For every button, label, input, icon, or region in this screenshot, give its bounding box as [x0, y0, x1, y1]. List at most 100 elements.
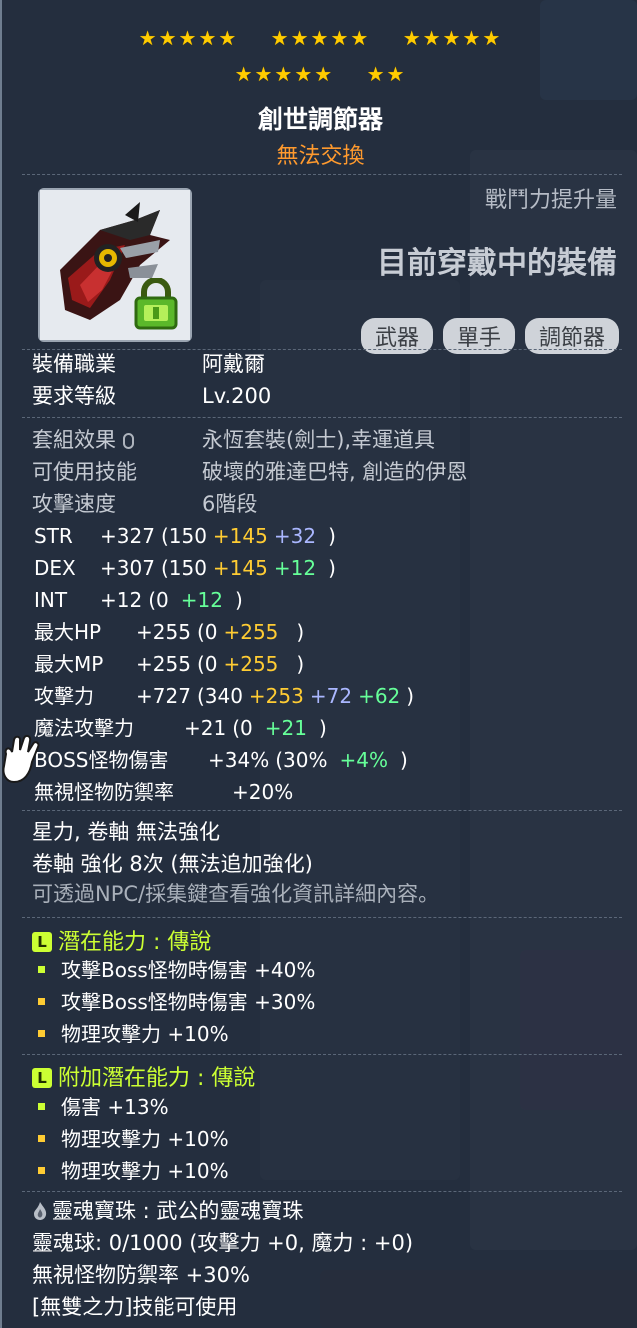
stat-total: +12 [100, 588, 143, 612]
stat-row: STR +327 (150 +145 +32) [34, 522, 342, 550]
star-group: ★★★★★ [270, 26, 371, 50]
genesis-controller-icon [38, 188, 192, 342]
stat-row: 攻擊力 +727 (340 +253 +72 +62) [34, 682, 420, 710]
stat-bonus: +145 [212, 556, 268, 580]
stat-extra2: +62 [358, 684, 401, 708]
stat-close: ) [406, 684, 415, 708]
star-group: ★★★★★ [234, 62, 335, 86]
stat-close: ) [328, 556, 336, 580]
stat-bonus: +145 [212, 524, 268, 548]
divider [22, 917, 622, 918]
currently-equipped-label: 目前穿戴中的裝備 [377, 246, 617, 281]
divider [22, 810, 622, 811]
stat-close: ) [296, 620, 305, 644]
additional-potential-line: 物理攻擊力 +10% [38, 1157, 229, 1185]
usable-skill-value: 破壞的雅達巴特, 創造的伊恩 [202, 460, 468, 484]
stat-row: DEX +307 (150 +145 +12) [34, 554, 342, 582]
stat-total: +21 [184, 716, 227, 740]
additional-potential-line: 傷害 +13% [38, 1093, 169, 1121]
combat-power-increase-label: 戰鬥力提升量 [484, 188, 617, 213]
soul-weapon-title: 靈魂寶珠 : 武公的靈魂寶珠 [32, 1197, 303, 1225]
stat-extra: +12 [180, 588, 223, 612]
stat-extra: +72 [309, 684, 353, 708]
starforce-row-2: ★★★★★ ★★ [2, 63, 637, 85]
potential-title: 潛在能力 : 傳說 [58, 930, 212, 955]
soul-skill: [無雙之力]技能可使用 [32, 1295, 238, 1319]
item-tooltip: ★★★★★ ★★★★★ ★★★★★ ★★★★★ ★★ 創世調節器 無法交換 戰鬥… [0, 0, 637, 1328]
req-job: 裝備職業 阿戴爾 [32, 350, 265, 378]
stat-name: 攻擊力 [34, 684, 94, 708]
stat-bonus: +255 [223, 652, 279, 676]
potential-line: 物理攻擊力 +10% [38, 1020, 229, 1048]
usable-skill-row: 可使用技能 破壞的雅達巴特, 創造的伊恩 [32, 458, 467, 486]
attack-speed-row: 攻擊速度 6階段 [32, 490, 257, 518]
stat-base: (0 [148, 588, 169, 612]
stat-row: 魔法攻擊力 +21 (0 +21) [34, 714, 333, 742]
stat-bonus: +255 [223, 620, 279, 644]
divider [22, 174, 622, 175]
divider [22, 417, 622, 418]
attack-speed-label: 攻擊速度 [32, 492, 116, 516]
potential-header: L 潛在能力 : 傳說 [32, 924, 211, 956]
usable-skill-label: 可使用技能 [32, 460, 137, 484]
stat-row: BOSS怪物傷害 +34% (30% +4%) [34, 746, 414, 774]
lock-icon [134, 278, 178, 330]
divider [22, 1191, 622, 1192]
stat-total: +34% [208, 748, 270, 772]
item-name: 創世調節器 [257, 105, 383, 134]
soul-gauge: 靈魂球: 0/1000 (攻擊力 +0, 魔力 : +0) [32, 1231, 414, 1255]
stat-extra: +32 [273, 524, 317, 548]
stat-base: (150 [160, 524, 207, 548]
stat-total: +20% [232, 780, 294, 804]
additional-potential-line: 物理攻擊力 +10% [38, 1125, 229, 1153]
stat-extra: +4% [339, 748, 388, 772]
set-effect-row: 套組效果 永恆套裝(劍士),幸運道具 [32, 426, 435, 454]
stat-base: (0 [232, 716, 253, 740]
enhance-hint: 可透過NPC/採集鍵查看強化資訊詳細內容。 [32, 882, 440, 906]
req-job-label: 裝備職業 [32, 352, 116, 376]
req-level: 要求等級 Lv.200 [32, 382, 271, 410]
enhance-status: 星力, 卷軸 無法強化 [32, 820, 221, 844]
stat-row: 最大HP +255 (0 +255) [34, 618, 310, 646]
starforce-row-1: ★★★★★ ★★★★★ ★★★★★ [2, 27, 637, 49]
flame-icon [32, 1200, 48, 1220]
stat-row: INT +12 (0 +12) [34, 586, 249, 614]
stat-name: INT [34, 588, 68, 612]
stat-close: ) [296, 652, 305, 676]
stat-name: DEX [34, 556, 76, 580]
stat-close: ) [318, 716, 327, 740]
star-group: ★★★★★ [138, 26, 239, 50]
soul-option: 無視怪物防禦率 +30% [32, 1263, 250, 1287]
set-effect-label: 套組效果 [32, 426, 202, 454]
trade-status: 無法交換 [276, 144, 365, 169]
stat-base: (30% [275, 748, 328, 772]
potential-line: 攻擊Boss怪物時傷害 +40% [38, 956, 315, 984]
star-group: ★★★★★ [402, 26, 503, 50]
stat-close: ) [399, 748, 408, 772]
stat-name: 最大HP [34, 620, 102, 644]
stat-name: 魔法攻擊力 [34, 716, 134, 740]
scroll-upgrade-count: 卷軸 強化 8次 (無法追加強化) [32, 852, 313, 876]
stat-close: ) [234, 588, 243, 612]
star-group: ★★ [366, 62, 407, 86]
stat-base: (340 [196, 684, 243, 708]
stat-base: (150 [160, 556, 207, 580]
stat-total: +255 [136, 652, 191, 676]
stat-base: (0 [196, 620, 218, 644]
stat-close: ) [328, 524, 336, 548]
stat-name: 最大MP [34, 652, 104, 676]
mouse-icon [122, 433, 134, 449]
stat-bonus: +253 [248, 684, 304, 708]
stat-total: +255 [136, 620, 191, 644]
legendary-badge-icon: L [32, 1068, 52, 1088]
legendary-badge-icon: L [32, 932, 52, 952]
stat-extra: +12 [273, 556, 317, 580]
req-level-label: 要求等級 [32, 384, 116, 408]
stat-extra: +21 [264, 716, 307, 740]
stat-row: 無視怪物防禦率 +20% [34, 778, 329, 806]
stat-base: (0 [196, 652, 218, 676]
set-effect-value: 永恆套裝(劍士),幸運道具 [202, 428, 436, 452]
additional-potential-header: L 附加潛在能力 : 傳說 [32, 1060, 255, 1092]
stat-total: +307 [100, 556, 155, 580]
glove-cursor-icon [0, 734, 44, 790]
